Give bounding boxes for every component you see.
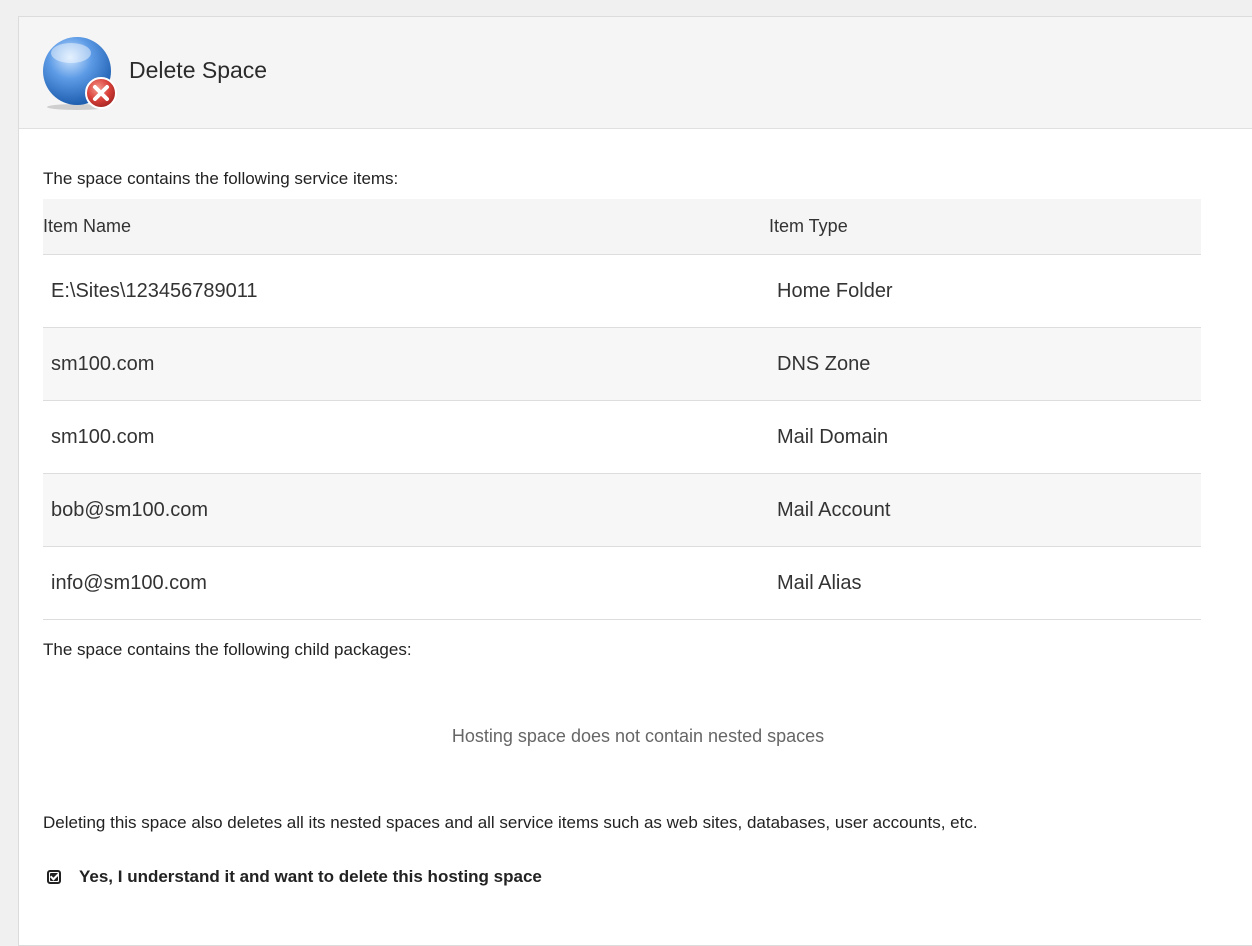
delete-space-icon bbox=[41, 33, 121, 113]
item-type-cell: DNS Zone bbox=[769, 327, 1201, 401]
delete-space-panel: Delete Space The space contains the foll… bbox=[18, 16, 1252, 946]
panel-body: The space contains the following service… bbox=[19, 129, 1252, 887]
page-title: Delete Space bbox=[129, 57, 268, 83]
item-type-cell: Home Folder bbox=[769, 254, 1201, 328]
empty-nested-spaces-note: Hosting space does not contain nested sp… bbox=[451, 726, 825, 746]
service-items-table: Item Name Item Type E:\Sites\12345678901… bbox=[43, 199, 1201, 620]
table-row: bob@sm100.com Mail Account bbox=[43, 473, 1201, 547]
column-header-item-name: Item Name bbox=[43, 216, 132, 236]
delete-warning-text: Deleting this space also deletes all its… bbox=[43, 813, 978, 832]
item-type-cell: Mail Alias bbox=[769, 546, 1201, 620]
item-name-cell: E:\Sites\123456789011 bbox=[43, 254, 769, 328]
item-type-cell: Mail Account bbox=[769, 473, 1201, 547]
item-name-cell: sm100.com bbox=[43, 400, 769, 474]
table-row: E:\Sites\123456789011 Home Folder bbox=[43, 254, 1201, 328]
column-header-item-type: Item Type bbox=[769, 216, 848, 236]
item-name-cell: bob@sm100.com bbox=[43, 473, 769, 547]
confirm-delete-row[interactable]: Yes, I understand it and want to delete … bbox=[43, 867, 1233, 887]
child-packages-label: The space contains the following child p… bbox=[43, 640, 412, 659]
confirm-delete-checkbox[interactable] bbox=[47, 870, 61, 884]
item-name-cell: info@sm100.com bbox=[43, 546, 769, 620]
confirm-delete-label[interactable]: Yes, I understand it and want to delete … bbox=[79, 867, 542, 887]
service-items-label: The space contains the following service… bbox=[43, 169, 399, 188]
item-type-cell: Mail Domain bbox=[769, 400, 1201, 474]
table-row: sm100.com Mail Domain bbox=[43, 400, 1201, 474]
table-row: sm100.com DNS Zone bbox=[43, 327, 1201, 401]
panel-header: Delete Space bbox=[19, 17, 1252, 129]
table-header-row: Item Name Item Type bbox=[43, 199, 1201, 255]
table-row: info@sm100.com Mail Alias bbox=[43, 546, 1201, 620]
item-name-cell: sm100.com bbox=[43, 327, 769, 401]
